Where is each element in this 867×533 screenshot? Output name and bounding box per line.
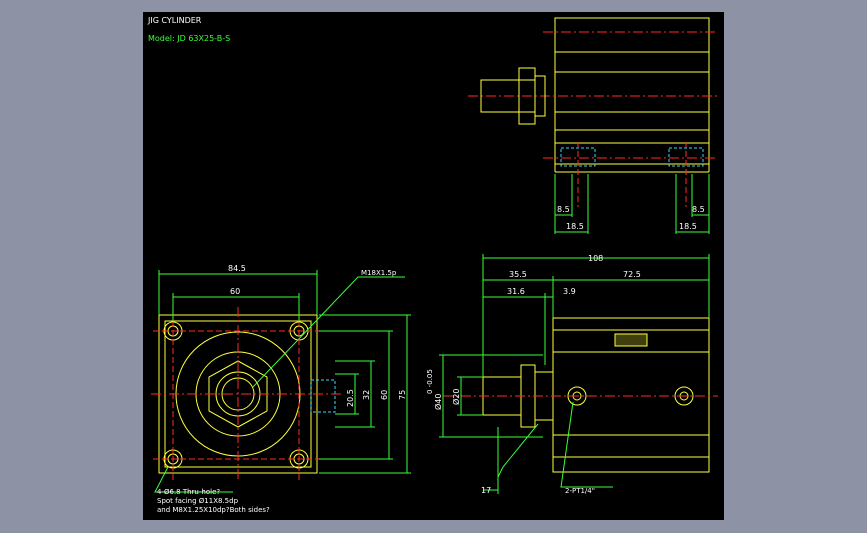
thread-leader <box>252 276 405 388</box>
dim-width-inner: 60 <box>230 287 240 296</box>
dim-left-small: 8.5 <box>557 205 570 214</box>
thread-callout: M18X1.5p <box>361 269 397 277</box>
top-view <box>468 17 718 234</box>
hole-note-2: Spot facing Ø11X8.5dp <box>157 497 239 505</box>
dim-h2: 32 <box>362 390 371 400</box>
dim-total: 108 <box>588 254 603 263</box>
dim-h4: 75 <box>398 390 407 400</box>
dim-h1: 20.5 <box>346 389 355 407</box>
dim-right-small: 8.5 <box>692 205 705 214</box>
model-label: Model: JD 63X25-B-S <box>148 34 230 43</box>
cad-drawing: JIG CYLINDER Model: JD 63X25-B-S 8.5 18.… <box>147 16 718 514</box>
nameplate <box>614 333 648 347</box>
port-callout: 2-PT1/4" <box>565 487 595 495</box>
hidden-port <box>310 379 336 413</box>
dim-b: 72.5 <box>623 270 641 279</box>
port-leader <box>560 401 613 488</box>
dim-dia-a-tol: 0 -0.05 <box>426 369 434 394</box>
drawing-sheet: JIG CYLINDER Model: JD 63X25-B-S 8.5 18.… <box>143 12 724 520</box>
hole-note-1: 4-Ø6.8 Thru-hole? <box>157 488 220 496</box>
dim-width-outer: 84.5 <box>228 264 246 273</box>
hole-note-3: and M8X1.25X10dp?Both sides? <box>157 506 270 514</box>
dim-stroke: 17 <box>481 486 491 495</box>
dim-right-big: 18.5 <box>679 222 697 231</box>
front-view <box>151 270 411 493</box>
drawing-title: JIG CYLINDER <box>147 16 202 25</box>
dim-c: 31.6 <box>507 287 525 296</box>
dim-d: 3.9 <box>563 287 576 296</box>
dim-dia-a: Ø40 <box>433 394 443 410</box>
top-body-outline <box>554 17 710 144</box>
stroke-leader <box>497 423 539 478</box>
side-view <box>439 254 718 494</box>
dim-left-big: 18.5 <box>566 222 584 231</box>
dim-dia-b: Ø20 <box>451 389 461 405</box>
dim-a: 35.5 <box>509 270 527 279</box>
dim-h3: 60 <box>380 390 389 400</box>
